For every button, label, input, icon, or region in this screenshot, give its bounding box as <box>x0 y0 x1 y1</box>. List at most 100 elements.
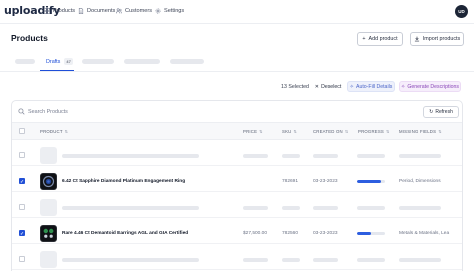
loading-placeholder <box>62 154 199 158</box>
add-product-label: Add product <box>368 36 398 42</box>
column-label: PROGRESS <box>358 129 384 134</box>
loading-placeholder <box>313 154 338 158</box>
table-row[interactable]: ✓ Rare 4.46 Ct Demantoid Earrings AGL an… <box>12 223 462 244</box>
product-thumbnail <box>40 147 57 164</box>
progress-bar <box>357 180 385 183</box>
ring-image-icon <box>42 175 55 188</box>
download-icon <box>414 36 419 42</box>
column-label: CREATED ON <box>313 129 343 134</box>
loading-placeholder <box>62 206 199 210</box>
loading-placeholder <box>313 206 338 210</box>
table-row[interactable]: ✓ 6.42 Ct Sapphire Diamond Platinum Enga… <box>12 171 462 192</box>
page-title: Products <box>11 33 48 43</box>
progress-fill <box>357 180 381 183</box>
generate-descriptions-button[interactable]: ✧ Generate Descriptions <box>399 81 461 92</box>
loading-placeholder <box>243 154 268 158</box>
plus-icon: + <box>362 36 366 42</box>
progress-fill <box>357 232 371 235</box>
tab-drafts-count: 47 <box>64 58 73 65</box>
refresh-button[interactable]: ↻ Refresh <box>423 106 459 118</box>
nav-label-documents: Documents <box>87 8 116 14</box>
nav-item-settings[interactable]: Settings <box>155 8 184 14</box>
users-icon <box>116 8 122 14</box>
sort-icon: ⇅ <box>259 129 263 134</box>
loading-placeholder <box>282 206 300 210</box>
column-header-product[interactable]: PRODUCT ⇅ <box>40 129 68 134</box>
tab-placeholder[interactable] <box>170 59 204 64</box>
product-created-on: 03-23-2023 <box>313 231 338 236</box>
product-price: $27,500.00 <box>243 231 268 236</box>
loading-placeholder <box>399 206 441 210</box>
product-thumbnail <box>40 251 57 268</box>
column-label: MISSING FIELDS <box>399 129 437 134</box>
loading-placeholder <box>399 154 441 158</box>
row-checkbox[interactable] <box>19 256 25 262</box>
user-avatar[interactable]: UD <box>455 5 468 18</box>
sort-icon: ⇅ <box>344 129 349 134</box>
product-sku: 782691 <box>282 179 299 184</box>
refresh-label: Refresh <box>435 109 453 115</box>
search-input[interactable] <box>28 107 228 117</box>
loading-placeholder <box>282 258 300 262</box>
table-row[interactable] <box>12 249 462 270</box>
tab-placeholder[interactable] <box>15 59 35 64</box>
column-header-sku[interactable]: SKU ⇅ <box>282 129 297 134</box>
nav-label-customers: Customers <box>125 8 153 14</box>
generate-descriptions-label: Generate Descriptions <box>407 83 459 90</box>
missing-fields: Period, Dimensions <box>399 179 441 184</box>
tab-drafts-label: Drafts <box>46 58 61 65</box>
loading-placeholder <box>357 154 385 158</box>
nav-label-products: Products <box>53 8 76 14</box>
auto-fill-details-button[interactable]: ✧ Auto-Fill Details <box>347 81 395 92</box>
loading-placeholder <box>62 258 199 262</box>
selected-count: 13 Selected <box>281 84 309 90</box>
sort-icon: ⇅ <box>64 129 69 134</box>
import-products-label: Import products <box>422 36 461 42</box>
products-table-card: ↻ Refresh PRODUCT⇅ PRICE⇅ SKU⇅ CREATED O… <box>11 100 463 271</box>
sparkle-icon: ✧ <box>401 83 406 90</box>
import-products-button[interactable]: Import products <box>410 32 464 46</box>
loading-placeholder <box>357 206 385 210</box>
loading-placeholder <box>313 258 338 262</box>
progress-bar <box>357 232 385 235</box>
column-header-missing-fields[interactable]: MISSING FIELDS ⇅ <box>399 129 442 134</box>
select-all-checkbox[interactable] <box>19 128 25 134</box>
missing-fields: Metals & Materials, Lea <box>399 231 450 236</box>
sort-icon: ⇅ <box>293 129 297 134</box>
row-checkbox[interactable] <box>19 204 25 210</box>
loading-placeholder <box>243 206 268 210</box>
product-created-on: 03-23-2023 <box>313 179 338 184</box>
column-header-created-on[interactable]: CREATED ON ⇅ <box>313 129 348 134</box>
table-row[interactable] <box>12 197 462 218</box>
product-thumbnail <box>40 225 57 242</box>
table-search-bar: ↻ Refresh <box>12 101 462 123</box>
sort-icon: ⇅ <box>438 129 442 134</box>
row-checkbox[interactable] <box>19 152 25 158</box>
product-thumbnail <box>40 199 57 216</box>
product-name[interactable]: 6.42 Ct Sapphire Diamond Platinum Engage… <box>62 179 185 184</box>
top-navigation: uploadify Products Documents Customers S… <box>0 0 474 24</box>
product-thumbnail <box>40 173 57 190</box>
close-icon: ✕ <box>314 83 320 90</box>
table-row[interactable] <box>12 145 462 166</box>
loading-placeholder <box>357 258 385 262</box>
row-checkbox[interactable]: ✓ <box>19 178 25 184</box>
column-header-price[interactable]: PRICE ⇅ <box>243 129 263 134</box>
search-icon <box>18 108 25 115</box>
nav-item-documents[interactable]: Documents <box>78 8 115 14</box>
deselect-button[interactable]: ✕ Deselect <box>312 81 344 92</box>
tab-placeholder[interactable] <box>82 59 114 64</box>
nav-item-customers[interactable]: Customers <box>116 8 152 14</box>
sparkle-icon: ✧ <box>349 83 355 90</box>
earrings-image-icon <box>43 228 54 238</box>
column-label: PRODUCT <box>40 129 63 134</box>
tab-placeholder[interactable] <box>124 59 160 64</box>
tabs-divider <box>0 71 474 72</box>
row-checkbox[interactable]: ✓ <box>19 230 25 236</box>
tab-drafts[interactable]: Drafts 47 <box>46 58 73 65</box>
loading-placeholder <box>243 258 268 262</box>
nav-item-products[interactable]: Products <box>44 8 75 14</box>
column-header-progress[interactable]: PROGRESS ⇅ <box>358 129 390 134</box>
product-name[interactable]: Rare 4.46 Ct Demantoid Earrings AGL and … <box>62 231 188 236</box>
add-product-button[interactable]: + Add product <box>357 32 403 46</box>
